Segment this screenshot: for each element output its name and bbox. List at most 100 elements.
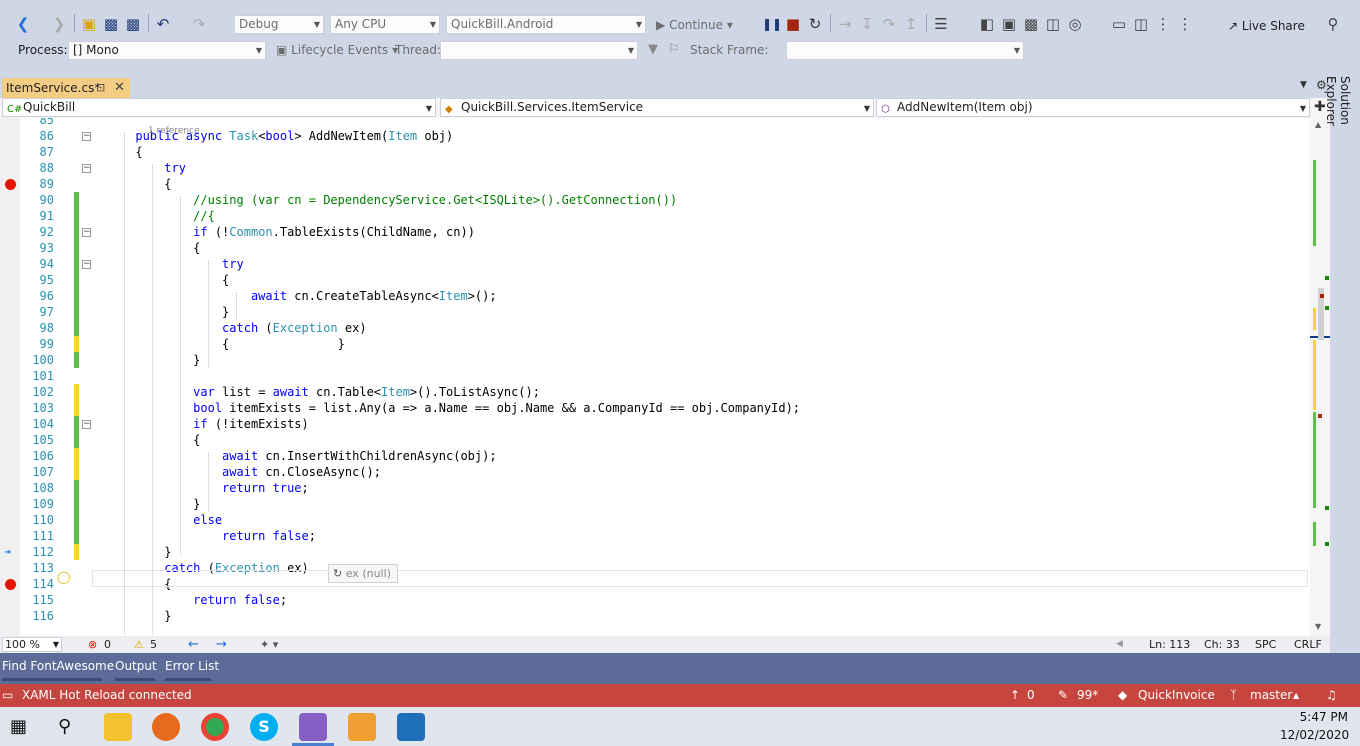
code-cleanup-icon[interactable]: ✦ ▾ [260, 636, 278, 653]
solution-explorer-tab[interactable]: Solution Explorer [1324, 76, 1352, 166]
line-ending[interactable]: CRLF [1294, 636, 1322, 653]
code-line[interactable]: 107 await cn.CloseAsync(); [0, 464, 1310, 480]
warning-count[interactable]: 5 [150, 636, 157, 653]
code-line[interactable]: 105 { [0, 432, 1310, 448]
code-line[interactable]: 87 { [0, 144, 1310, 160]
repository-icon[interactable]: ◆ [1118, 684, 1127, 707]
stack-frame-dropdown[interactable]: ▼ [786, 41, 1024, 60]
up-arrow-icon[interactable]: ↑ [1010, 684, 1020, 707]
outlook-icon[interactable] [348, 713, 376, 741]
visual-studio-icon[interactable] [299, 713, 327, 741]
lightbulb-icon[interactable]: ◯ [57, 570, 70, 584]
error-count[interactable]: 0 [104, 636, 111, 653]
stop-icon[interactable]: ■ [784, 14, 802, 34]
step-into-icon[interactable]: ↧ [858, 14, 876, 34]
code-line[interactable]: 90 //using (var cn = DependencyService.G… [0, 192, 1310, 208]
window-icon[interactable]: ▭ [1110, 14, 1128, 34]
code-line[interactable]: 92 − if (!Common.TableExists(ChildName, c… [0, 224, 1310, 240]
code-line[interactable]: 94 − try [0, 256, 1310, 272]
vertical-scrollbar[interactable]: ▲ ▼ [1310, 118, 1330, 636]
project-dropdown[interactable]: C# QuickBill ▼ [2, 98, 436, 117]
step-over-icon[interactable]: ↷ [880, 14, 898, 34]
datatip[interactable]: ↻ ex (null) [328, 564, 398, 583]
pin-icon[interactable]: ⊡ [96, 78, 105, 98]
chrome-icon[interactable] [201, 713, 229, 741]
open-folder-icon[interactable]: ▣ [80, 14, 98, 34]
breakpoint-icon[interactable] [5, 179, 16, 190]
member-dropdown[interactable]: ⬡ AddNewItem(Item obj) ▼ [876, 98, 1310, 117]
pause-icon[interactable]: ❚❚ [762, 14, 782, 34]
code-line[interactable]: 99 { } [0, 336, 1310, 352]
zoom-dropdown[interactable]: 100 % ▼ [2, 637, 62, 652]
dots-icon[interactable]: ⋮ [1154, 14, 1172, 34]
collapse-icon[interactable]: − [82, 164, 91, 173]
live-share-button[interactable]: ↗ Live Share [1228, 16, 1305, 36]
show-next-statement-icon[interactable]: → [836, 14, 854, 34]
search-icon[interactable]: ⚲ [58, 716, 71, 737]
code-line[interactable]: 109 } [0, 496, 1310, 512]
photos-icon[interactable] [397, 713, 425, 741]
next-issue-icon[interactable]: → [216, 636, 227, 653]
codelens-references[interactable]: 1 reference [148, 126, 200, 136]
code-line[interactable]: 93 { [0, 240, 1310, 256]
branch-icon[interactable]: ᛉ [1230, 684, 1237, 707]
unpushed-count[interactable]: 0 [1027, 684, 1035, 707]
code-line[interactable]: ⇥ 112 } [0, 544, 1310, 560]
file-explorer-icon[interactable] [104, 713, 132, 741]
collapse-icon[interactable]: − [82, 228, 91, 237]
code-line[interactable]: 115 return false; [0, 592, 1310, 608]
clock-date[interactable]: 12/02/2020 [1280, 728, 1349, 742]
process-dropdown[interactable]: [] Mono ▼ [68, 41, 266, 60]
code-line[interactable]: 100 } [0, 352, 1310, 368]
restart-icon[interactable]: ↻ [806, 14, 824, 34]
pencil-icon[interactable]: ✎ [1058, 684, 1068, 707]
hot-reload-icon[interactable]: ☰ [932, 14, 950, 34]
flag-icon[interactable]: ⚐ [668, 42, 680, 57]
scroll-up-icon[interactable]: ▲ [1315, 120, 1321, 129]
startup-project-dropdown[interactable]: QuickBill.Android ▼ [446, 15, 646, 34]
error-icon[interactable]: ⊗ [88, 636, 97, 653]
collapse-icon[interactable]: − [82, 260, 91, 269]
tab-find-fontawesome[interactable]: Find FontAwesome [2, 659, 114, 673]
code-line[interactable]: 103 bool itemExists = list.Any(a => a.Na… [0, 400, 1310, 416]
console-icon[interactable]: ▩ [1022, 14, 1040, 34]
layout-icon[interactable]: ◫ [1044, 14, 1062, 34]
feedback-icon[interactable]: ⚲ [1324, 14, 1342, 34]
clock-time[interactable]: 5:47 PM [1288, 710, 1348, 724]
save-icon[interactable]: ▩ [102, 14, 120, 34]
class-dropdown[interactable]: ◆ QuickBill.Services.ItemService ▼ [440, 98, 874, 117]
code-line[interactable]: 101 [0, 368, 1310, 384]
skype-icon[interactable]: S [250, 713, 278, 741]
code-line[interactable]: 111 return false; [0, 528, 1310, 544]
scroll-down-icon[interactable]: ▼ [1315, 622, 1321, 631]
tab-list-dropdown-icon[interactable]: ▼ [1300, 80, 1307, 90]
save-all-icon[interactable]: ▩ [124, 14, 142, 34]
warning-icon[interactable]: ⚠ [134, 636, 144, 653]
hscroll-left-icon[interactable]: ◀ [1116, 636, 1123, 653]
code-line[interactable]: 108 return true; [0, 480, 1310, 496]
camera-icon[interactable]: ▣ [1000, 14, 1018, 34]
pending-changes-count[interactable]: 99* [1077, 684, 1098, 707]
split-icon[interactable]: ◫ [1132, 14, 1150, 34]
close-icon[interactable]: ✕ [114, 78, 125, 98]
tab-itemservice[interactable]: ItemService.cs* ⊡ ✕ [2, 78, 130, 98]
code-line[interactable]: 106 await cn.InsertWithChildrenAsync(obj… [0, 448, 1310, 464]
code-line[interactable]: 95 { [0, 272, 1310, 288]
thread-dropdown[interactable]: ▼ [440, 41, 638, 60]
code-line[interactable]: 89 { [0, 176, 1310, 192]
whitespace-mode[interactable]: SPC [1255, 636, 1276, 653]
code-line[interactable]: 98 catch (Exception ex) [0, 320, 1310, 336]
continue-button[interactable]: ▶ Continue ▾ [656, 15, 733, 35]
tab-error-list[interactable]: Error List [165, 659, 219, 673]
chevron-up-icon[interactable]: ▲ [1293, 684, 1299, 707]
firefox-icon[interactable] [152, 713, 180, 741]
device-icon[interactable]: ◧ [978, 14, 996, 34]
code-line[interactable]: 102 var list = await cn.Table<Item>().To… [0, 384, 1310, 400]
forward-icon[interactable]: ❯ [50, 14, 68, 34]
code-line[interactable]: 116 } [0, 608, 1310, 624]
code-line[interactable]: 91 //{ [0, 208, 1310, 224]
step-out-icon[interactable]: ↥ [902, 14, 920, 34]
refresh-icon[interactable]: ↻ [333, 567, 342, 580]
lifecycle-events-button[interactable]: ▣ Lifecycle Events ▾ [276, 43, 398, 57]
dots-icon-2[interactable]: ⋮ [1176, 14, 1194, 34]
